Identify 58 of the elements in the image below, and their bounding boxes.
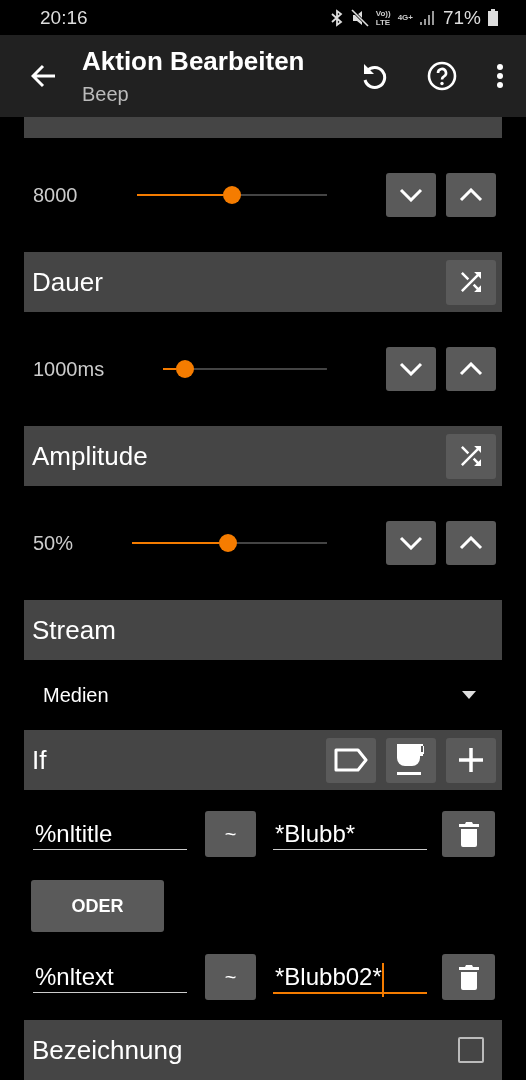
chevron-down-icon	[399, 536, 423, 550]
or-button[interactable]: ODER	[31, 880, 164, 932]
value-field[interactable]: *Blubb02*	[273, 960, 427, 994]
screen-subtitle: Beep	[82, 83, 130, 106]
slider-value: 50%	[33, 531, 74, 555]
slider-value: 1000ms	[33, 357, 105, 381]
network-indicator: 4G+	[397, 13, 413, 22]
increase-button[interactable]	[446, 347, 496, 391]
battery-level: 71%	[442, 6, 481, 29]
dropdown-caret-icon	[462, 691, 476, 699]
plus-icon	[457, 746, 485, 774]
increase-button[interactable]	[446, 173, 496, 217]
delete-button[interactable]	[442, 954, 495, 1000]
section-title: If	[32, 744, 48, 776]
section-title: Dauer	[32, 266, 104, 298]
trash-icon	[458, 821, 479, 847]
chevron-up-icon	[459, 536, 483, 550]
clock: 20:16	[40, 6, 88, 29]
slider-thumb[interactable]	[222, 186, 241, 204]
chevron-down-icon	[399, 188, 423, 202]
chevron-down-icon	[399, 362, 423, 376]
chevron-up-icon	[459, 362, 483, 376]
section-title: Stream	[32, 614, 117, 646]
delete-button[interactable]	[442, 811, 495, 857]
decrease-button[interactable]	[386, 173, 436, 217]
more-icon	[496, 63, 504, 89]
mute-icon	[350, 8, 369, 27]
screen-title: Aktion Bearbeiten	[82, 46, 306, 77]
help-icon	[427, 61, 457, 91]
section-title: Amplitude	[32, 440, 149, 472]
slider-value: 8000	[33, 183, 78, 207]
tag-icon	[333, 747, 369, 773]
operator-button[interactable]: ~	[205, 811, 256, 857]
decrease-button[interactable]	[386, 347, 436, 391]
slider-thumb[interactable]	[218, 534, 237, 552]
section-title: Bezeichnung	[32, 1034, 184, 1066]
shuffle-button[interactable]	[446, 259, 496, 305]
decrease-button[interactable]	[386, 521, 436, 565]
plus-button[interactable]	[446, 737, 496, 783]
volte-indicator: Vo)) LTE	[375, 8, 391, 27]
cup-button[interactable]	[386, 737, 436, 783]
battery-icon	[488, 9, 498, 26]
trash-icon	[458, 964, 479, 990]
signal-icon	[419, 9, 436, 26]
shuffle-button[interactable]	[446, 433, 496, 479]
checkbox[interactable]	[458, 1037, 484, 1063]
variable-field[interactable]: %nltitle	[33, 818, 187, 850]
slider-thumb[interactable]	[176, 360, 195, 378]
value-field[interactable]: *Blubb*	[273, 818, 427, 850]
chevron-up-icon	[459, 188, 483, 202]
stream-dropdown[interactable]: Medien	[0, 660, 526, 730]
increase-button[interactable]	[446, 521, 496, 565]
tag-button[interactable]	[326, 737, 376, 783]
back-arrow-icon	[31, 64, 57, 88]
bluetooth-icon	[329, 8, 344, 27]
operator-button[interactable]: ~	[205, 954, 256, 1000]
variable-field[interactable]: %nltext	[33, 961, 187, 993]
reset-icon	[361, 62, 387, 90]
